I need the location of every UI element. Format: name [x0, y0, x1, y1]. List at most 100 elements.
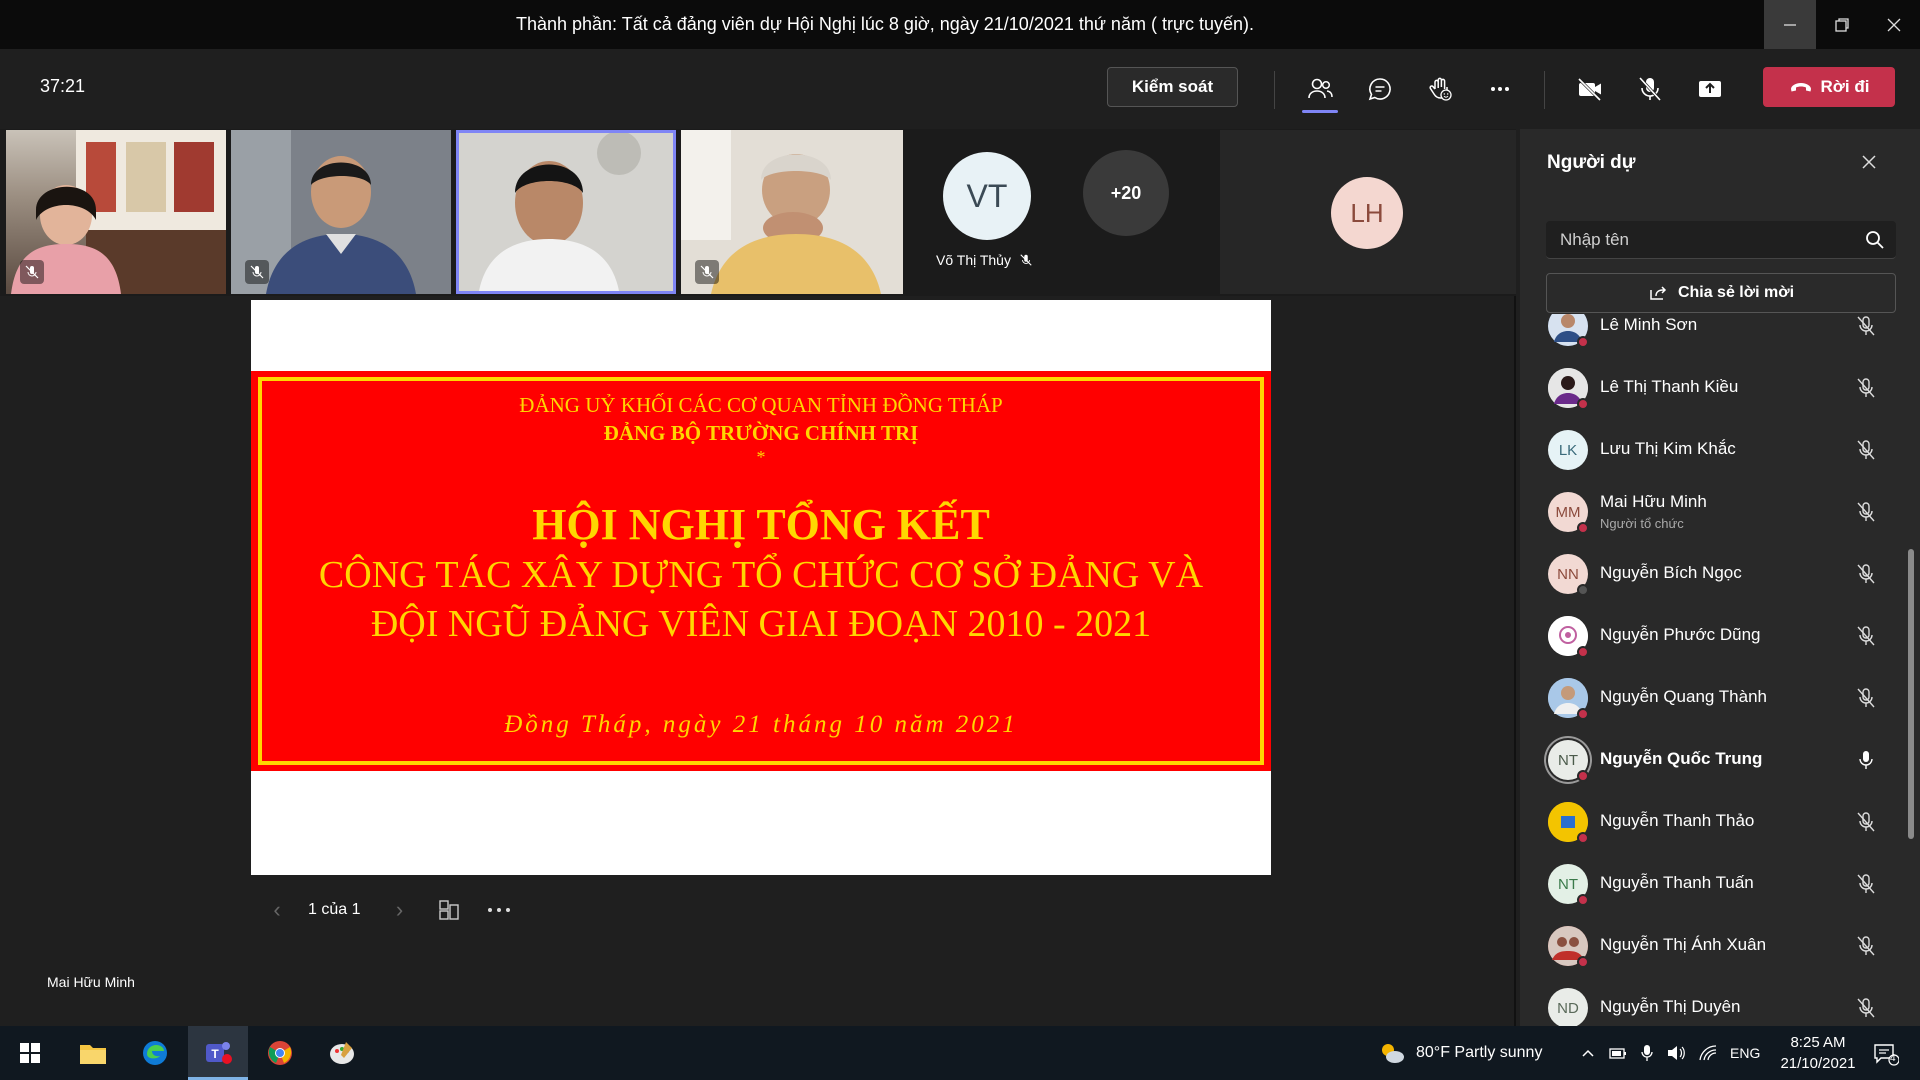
status-dot [1577, 894, 1589, 906]
mic-off-icon [1020, 254, 1032, 266]
control-button[interactable]: Kiểm soát [1107, 67, 1238, 107]
mic-off-icon [1857, 936, 1875, 956]
paint-button[interactable] [312, 1026, 372, 1080]
status-dot [1577, 956, 1589, 968]
meeting-timer: 37:21 [40, 76, 86, 96]
status-dot [1577, 522, 1589, 534]
participant-row[interactable]: LK Lưu Thị Kim Khắc [1520, 418, 1912, 480]
participant-name: Nguyễn Thị Duyên [1600, 997, 1741, 1016]
participant-row[interactable]: NT Nguyễn Quốc Trung [1520, 728, 1912, 790]
svg-text:T: T [211, 1047, 219, 1061]
search-box [1546, 221, 1896, 259]
avatar: LH [1331, 177, 1403, 249]
slide-subtitle-1: CÔNG TÁC XÂY DỰNG TỔ CHỨC CƠ SỞ ĐẢNG VÀ [318, 554, 1204, 596]
participant-row[interactable]: Nguyễn Quang Thành [1520, 666, 1912, 728]
mic-off-icon [1857, 998, 1875, 1018]
file-explorer-button[interactable] [63, 1026, 123, 1080]
participant-name: Nguyễn Phước Dũng [1600, 625, 1761, 644]
participant-name: Nguyễn Quốc Trung [1600, 749, 1763, 768]
minimize-button[interactable] [1764, 0, 1816, 49]
grid-view-button[interactable] [434, 895, 464, 925]
participant-row[interactable]: ND Nguyễn Thị Duyên [1520, 976, 1912, 1026]
share-tray-icon [1699, 81, 1721, 97]
weather-label: 80°F Partly sunny [1416, 1044, 1543, 1061]
folder-icon [80, 1045, 106, 1064]
next-slide-button[interactable]: › [384, 897, 414, 923]
participant-row[interactable]: Lê Minh Sơn [1520, 314, 1912, 356]
video-tile[interactable] [681, 130, 903, 294]
system-tray: ENG [1580, 1026, 1760, 1080]
notification-center-button[interactable]: 4 [1866, 1036, 1906, 1072]
video-tile[interactable] [231, 130, 451, 294]
more-horizontal-icon [488, 908, 511, 912]
slide-banner: ĐẢNG UỶ KHỐI CÁC CƠ QUAN TỈNH ĐỒNG THÁP … [251, 371, 1271, 771]
chrome-button[interactable] [250, 1026, 310, 1080]
leave-button[interactable]: Rời đi [1763, 67, 1895, 107]
mic-on-icon [1859, 751, 1873, 769]
share-screen-button[interactable] [1688, 67, 1732, 111]
language-indicator[interactable]: ENG [1730, 1045, 1760, 1061]
edge-browser-button[interactable] [125, 1026, 185, 1080]
close-window-button[interactable] [1868, 0, 1920, 49]
close-icon [1862, 155, 1876, 169]
start-button[interactable] [0, 1026, 60, 1080]
mic-off-icon [1857, 812, 1875, 832]
reactions-button[interactable] [1418, 67, 1462, 111]
meeting-toolbar: 37:21 Kiểm soát Rời đi [0, 49, 1920, 129]
more-actions-button[interactable] [1478, 67, 1522, 111]
video-tile[interactable] [6, 130, 226, 294]
active-speaker-tile[interactable] [456, 130, 676, 294]
grid-icon [439, 900, 460, 920]
participants-button[interactable] [1298, 67, 1342, 113]
share-invite-button[interactable]: Chia sẻ lời mời [1546, 273, 1896, 313]
search-icon [1866, 231, 1884, 249]
muted-indicator [20, 260, 44, 284]
participant-search-input[interactable] [1546, 221, 1846, 259]
participant-row[interactable]: NT Nguyễn Thanh Tuấn [1520, 852, 1912, 914]
taskbar-clock[interactable]: 8:25 AM 21/10/2021 [1768, 1032, 1868, 1074]
participant-row[interactable]: NN Nguyễn Bích Ngọc [1520, 542, 1912, 604]
participant-row[interactable]: Nguyễn Thị Ánh Xuân [1520, 914, 1912, 976]
camera-toggle-button[interactable] [1568, 67, 1612, 111]
participant-row[interactable]: Nguyễn Phước Dũng [1520, 604, 1912, 666]
participant-row[interactable]: MM Mai Hữu Minh Người tổ chức [1520, 480, 1912, 542]
chevron-up-icon[interactable] [1580, 1045, 1596, 1061]
weather-widget[interactable]: 80°F Partly sunny [1378, 1026, 1542, 1080]
previous-slide-button[interactable]: ‹ [262, 897, 292, 923]
raise-hand-icon [1429, 77, 1452, 101]
title-bar: Thành phần: Tất cả đảng viên dự Hội Nghị… [0, 0, 1920, 49]
chrome-icon [268, 1041, 292, 1065]
microphone-icon [1641, 1045, 1653, 1061]
status-dot [1577, 336, 1589, 348]
participant-name: Nguyễn Quang Thành [1600, 687, 1767, 706]
participant-video-image [459, 133, 673, 291]
status-dot [1577, 708, 1589, 720]
mic-off-icon [1857, 874, 1875, 894]
mic-off-icon [1857, 564, 1875, 584]
participant-list-scrollbar[interactable] [1908, 549, 1914, 839]
slide-navigation: ‹ 1 của 1 › [262, 890, 514, 930]
close-panel-button[interactable] [1854, 147, 1884, 177]
participant-tile-vt[interactable]: VT Võ Thị Thủy [908, 130, 1038, 294]
participant-name: Mai Hữu Minh [1600, 492, 1707, 511]
slide-subunit-line: ĐẢNG BỘ TRƯỜNG CHÍNH TRỊ [603, 421, 919, 445]
slide-more-button[interactable] [484, 895, 514, 925]
teams-button[interactable]: T [188, 1026, 248, 1080]
mic-off-icon [1857, 378, 1875, 398]
mic-toggle-button[interactable] [1628, 67, 1672, 111]
participant-name: Nguyễn Bích Ngọc [1600, 563, 1742, 582]
mic-off-icon [1857, 688, 1875, 708]
more-participants-button[interactable]: +20 [1083, 150, 1169, 236]
window-controls [1764, 0, 1920, 49]
participant-name-label: Võ Thị Thủy [936, 252, 1011, 268]
toolbar-divider [1544, 71, 1545, 109]
teams-icon: T [206, 1041, 232, 1064]
participant-row[interactable]: Lê Thị Thanh Kiều [1520, 356, 1912, 418]
share-invite-label: Chia sẻ lời mời [1677, 284, 1795, 301]
participant-list: Lê Minh Sơn Lê Thị Thanh Kiều LK Lưu Thị… [1520, 314, 1912, 1026]
participant-tile-lh[interactable]: LH [1220, 130, 1516, 294]
participant-row[interactable]: Nguyễn Thanh Thảo [1520, 790, 1912, 852]
chat-button[interactable] [1358, 67, 1402, 111]
maximize-button[interactable] [1816, 0, 1868, 49]
slide-date-line: Đồng Tháp, ngày 21 tháng 10 năm 2021 [504, 711, 1018, 738]
